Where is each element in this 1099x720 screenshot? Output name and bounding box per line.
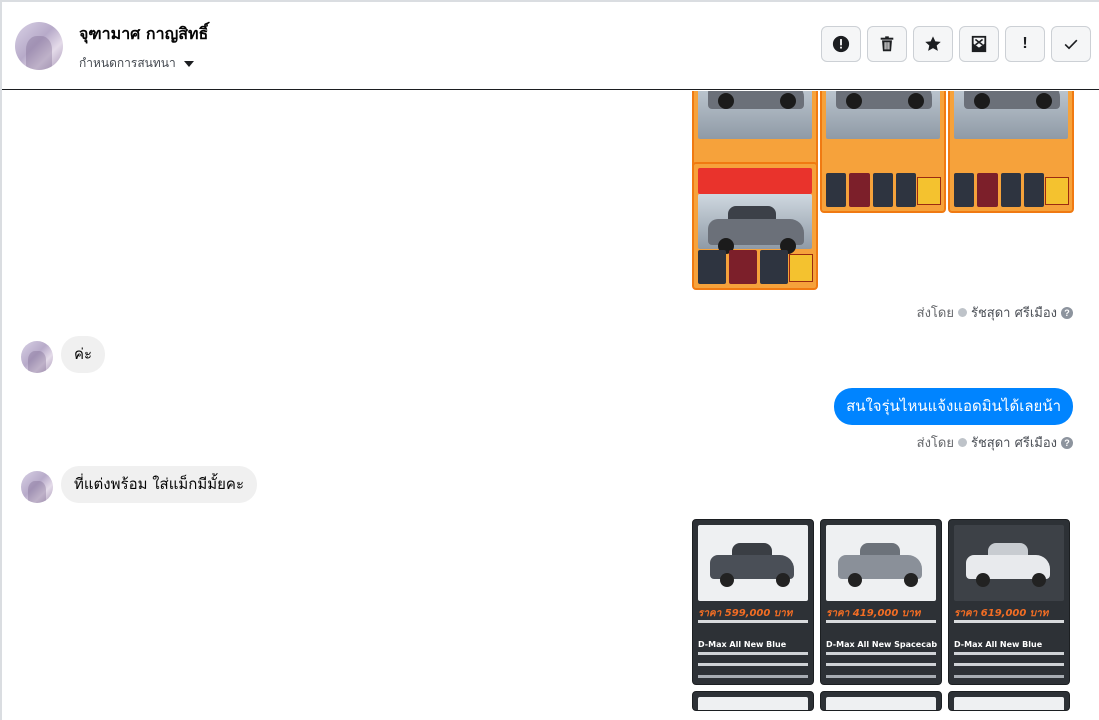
outgoing-message-bubble[interactable]: สนใจรุ่นไหนแจ้งแอดมินได้เลยน้า: [834, 388, 1073, 425]
product-card[interactable]: [948, 691, 1070, 711]
exclamation-icon: !: [1022, 35, 1028, 52]
incoming-message-bubble[interactable]: ที่แต่งพร้อม ใส่แม็กมีมั้ยคะ: [61, 466, 258, 503]
ad-image[interactable]: [948, 91, 1074, 213]
product-price: ราคา 419,000 บาท: [826, 608, 921, 619]
product-card[interactable]: ราคา 599,000 บาท D-Max All New Blue: [692, 519, 814, 685]
conversation-header: จุฑามาศ กาญสิทธิ์ กำหนดการสนทนา !: [2, 2, 1099, 90]
header-actions: !: [821, 26, 1091, 62]
caret-down-icon: [183, 60, 194, 67]
incoming-message-bubble[interactable]: ค่ะ: [61, 336, 106, 373]
contact-avatar-small[interactable]: [21, 341, 53, 373]
message-thread[interactable]: ส่งโดย รัชสุดา ศรีเมือง ? ค่ะ สนใจรุ่นไห…: [2, 91, 1099, 720]
mark-done-button[interactable]: [1051, 26, 1091, 62]
product-model: D-Max All New Blue: [954, 640, 1043, 649]
help-icon[interactable]: ?: [1061, 436, 1073, 449]
star-button[interactable]: [913, 26, 953, 62]
product-card[interactable]: [692, 691, 814, 711]
help-icon[interactable]: ?: [1061, 306, 1073, 319]
contact-name[interactable]: จุฑามาศ กาญสิทธิ์: [79, 22, 208, 47]
mark-unread-button[interactable]: [959, 26, 999, 62]
sent-by-label: ส่งโดย รัชสุดา ศรีเมือง ?: [917, 432, 1073, 453]
checkmark-icon: [1064, 39, 1078, 50]
car-photo: [826, 525, 936, 601]
product-model: D-Max All New Blue: [698, 640, 787, 649]
product-price: ราคา 619,000 บาท: [954, 608, 1049, 619]
alert-circle-icon: [832, 35, 850, 53]
product-card[interactable]: ราคา 419,000 บาท D-Max All New Spacecab: [820, 519, 942, 685]
sent-by-prefix: ส่งโดย: [916, 436, 954, 451]
ad-image[interactable]: [820, 91, 946, 213]
envelope-icon: [971, 35, 987, 53]
sent-by-label: ส่งโดย รัชสุดา ศรีเมือง ?: [917, 302, 1073, 323]
product-card[interactable]: [820, 691, 942, 711]
agent-status-icon: [957, 308, 967, 317]
contact-avatar-small[interactable]: [21, 471, 53, 503]
car-photo: [698, 525, 808, 601]
ad-image[interactable]: [692, 162, 818, 290]
sent-by-prefix: ส่งโดย: [916, 306, 954, 321]
product-model: D-Max All New Spacecab: [826, 640, 938, 649]
important-button[interactable]: !: [1005, 26, 1045, 62]
conversation-settings-dropdown[interactable]: กำหนดการสนทนา: [79, 54, 194, 73]
trash-icon: [880, 36, 894, 52]
sent-by-agent-name[interactable]: รัชสุดา ศรีเมือง: [971, 302, 1057, 323]
star-icon: [925, 36, 941, 51]
contact-avatar[interactable]: [15, 22, 63, 70]
delete-button[interactable]: [867, 26, 907, 62]
car-photo: [954, 525, 1064, 601]
sent-by-agent-name[interactable]: รัชสุดา ศรีเมือง: [971, 432, 1057, 453]
conversation-settings-label: กำหนดการสนทนา: [79, 56, 176, 70]
agent-status-icon: [957, 438, 967, 447]
product-price: ราคา 599,000 บาท: [698, 608, 793, 619]
product-card[interactable]: ราคา 619,000 บาท D-Max All New Blue: [948, 519, 1070, 685]
report-spam-button[interactable]: [821, 26, 861, 62]
